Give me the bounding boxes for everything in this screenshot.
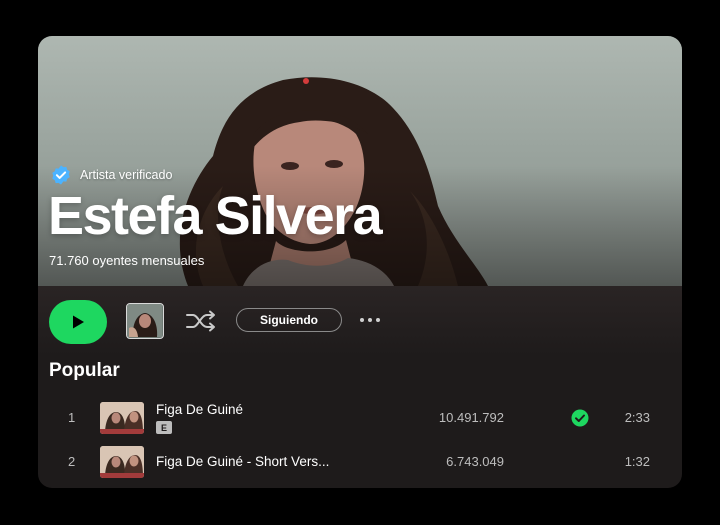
track-title[interactable]: Figa De Guiné <box>156 402 243 417</box>
more-dot <box>376 318 380 322</box>
track-plays: 6.743.049 <box>446 454 504 469</box>
track-number: 1 <box>68 410 76 425</box>
verified-label: Artista verificado <box>80 168 173 182</box>
track-plays: 10.491.792 <box>438 410 504 425</box>
action-bar: Siguiendo <box>38 286 682 356</box>
track-row[interactable]: 2 Figa De Guiné - Short Vers... 6.743.04… <box>38 440 682 484</box>
artist-header: Artista verificado Estefa Silvera 71.760… <box>38 36 682 286</box>
cover-image <box>100 446 144 478</box>
monthly-listeners: 71.760 oyentes mensuales <box>49 253 205 268</box>
track-number: 2 <box>68 454 76 469</box>
thumbnail-image <box>127 304 162 337</box>
play-button[interactable] <box>49 300 107 344</box>
artist-thumbnail[interactable] <box>126 303 164 339</box>
following-button[interactable]: Siguiendo <box>236 308 342 332</box>
track-row[interactable]: 1 Figa De Guiné E 10.491.792 2:33 <box>38 396 682 440</box>
track-title[interactable]: Figa De Guiné - Short Vers... <box>156 454 329 469</box>
track-cover <box>100 402 144 434</box>
cover-image <box>100 402 144 434</box>
explicit-badge: E <box>156 421 172 434</box>
popular-heading: Popular <box>49 360 120 381</box>
verified-badge: Artista verificado <box>50 164 172 186</box>
verified-badge-icon <box>52 165 70 185</box>
play-icon <box>73 315 84 329</box>
saved-check-icon[interactable] <box>571 409 589 427</box>
more-dot <box>360 318 364 322</box>
track-duration: 1:32 <box>624 454 650 469</box>
track-duration: 2:33 <box>624 410 650 425</box>
shuffle-icon[interactable] <box>184 308 218 334</box>
track-cover <box>100 446 144 478</box>
artist-name: Estefa Silvera <box>48 186 383 246</box>
more-options-icon[interactable] <box>360 310 390 330</box>
artist-page: Artista verificado Estefa Silvera 71.760… <box>38 36 682 488</box>
more-dot <box>368 318 372 322</box>
